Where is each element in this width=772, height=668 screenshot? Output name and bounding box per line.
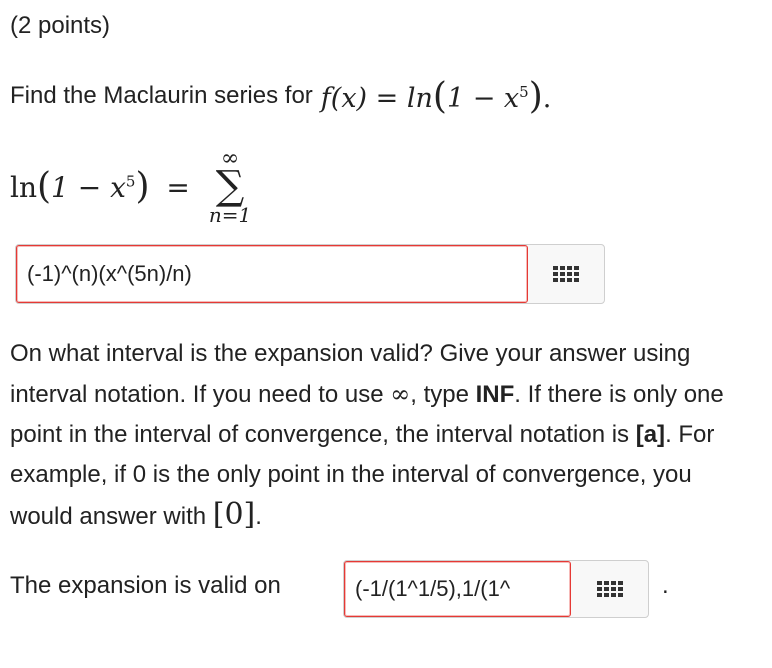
instructions-part5: . bbox=[255, 503, 262, 530]
prompt-arg: 1 − x bbox=[446, 83, 520, 114]
sum-lower-limit: n=1 bbox=[208, 203, 252, 227]
series-keyboard-button[interactable] bbox=[528, 245, 604, 303]
interval-period: . bbox=[662, 572, 669, 599]
zero-notation: [0] bbox=[212, 497, 256, 532]
series-answer-box: (-1)^(n)(x^(5n)/n) bbox=[15, 244, 605, 304]
lhs-arg: 1 − x bbox=[51, 171, 126, 204]
prompt-exponent: 5 bbox=[519, 83, 529, 101]
sigma-symbol: ∑ bbox=[215, 163, 245, 209]
instructions-part2: , type bbox=[410, 381, 476, 408]
interval-keyboard-button[interactable] bbox=[571, 561, 648, 617]
series-lhs: ln(1 − x5) = bbox=[10, 166, 190, 207]
points-label: (2 points) bbox=[10, 12, 111, 39]
interval-label: The expansion is valid on bbox=[10, 572, 281, 599]
prompt-fx: f(x) = ln bbox=[320, 83, 433, 114]
instructions-text: On what interval is the expansion valid?… bbox=[10, 334, 750, 537]
prompt-end: . bbox=[542, 83, 552, 114]
keyboard-grid-icon bbox=[553, 266, 579, 282]
lhs-fn: ln bbox=[10, 171, 37, 204]
prompt-formula: f(x) = ln(1 − x5). bbox=[320, 76, 552, 117]
lhs-equals: = bbox=[166, 171, 190, 204]
question-prompt: Find the Maclaurin series for f(x) = ln(… bbox=[10, 76, 552, 117]
interval-answer-box: (-1/(1^1/5),1/(1^ bbox=[343, 560, 649, 618]
lhs-exponent: 5 bbox=[125, 172, 136, 191]
infinity-symbol: ∞ bbox=[390, 380, 411, 408]
keyboard-grid-icon bbox=[596, 581, 623, 597]
prompt-lead: Find the Maclaurin series for bbox=[10, 82, 313, 109]
a-notation: [a] bbox=[635, 421, 666, 448]
summation: ∞ ∑ n=1 bbox=[200, 148, 260, 227]
series-answer-input[interactable]: (-1)^(n)(x^(5n)/n) bbox=[16, 245, 528, 303]
interval-answer-input[interactable]: (-1/(1^1/5),1/(1^ bbox=[344, 561, 571, 617]
inf-keyword: INF bbox=[475, 381, 515, 408]
